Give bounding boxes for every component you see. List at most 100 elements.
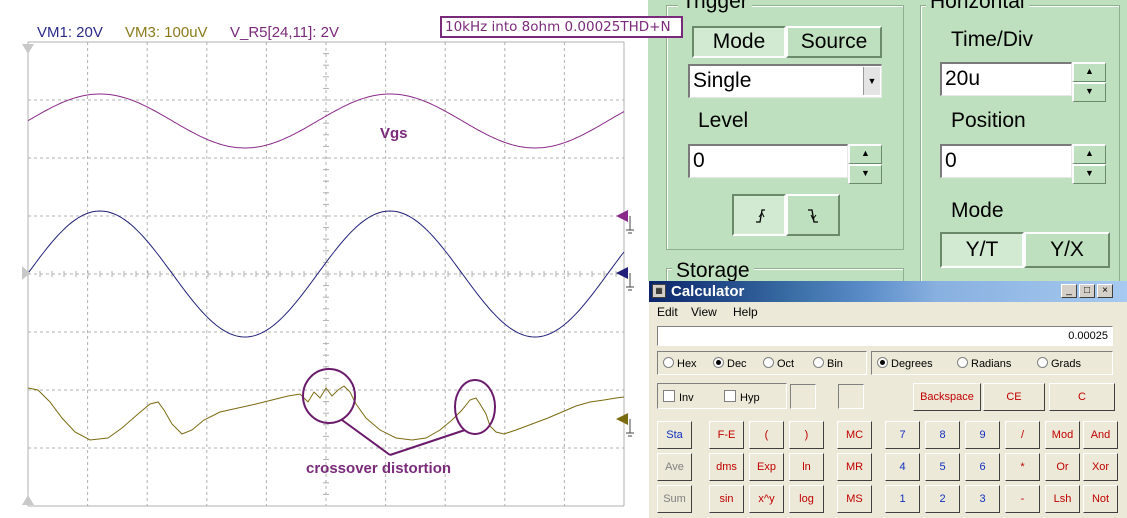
bottom-trigger-marker bbox=[22, 495, 34, 505]
trigger-level-spinner[interactable]: ▲ ▼ bbox=[848, 144, 882, 184]
calc-key-[interactable]: - bbox=[1005, 485, 1040, 513]
radio-hex[interactable]: Hex bbox=[663, 357, 697, 370]
spin-up-icon[interactable]: ▲ bbox=[1072, 144, 1106, 164]
calc-key-lsh[interactable]: Lsh bbox=[1045, 485, 1080, 513]
menu-edit[interactable]: Edit bbox=[657, 305, 678, 319]
radio-oct[interactable]: Oct bbox=[763, 357, 794, 370]
radio-grads[interactable]: Grads bbox=[1037, 357, 1081, 370]
backspace-button[interactable]: Backspace bbox=[913, 383, 981, 411]
spin-up-icon[interactable]: ▲ bbox=[848, 144, 882, 164]
spin-up-icon[interactable]: ▲ bbox=[1072, 62, 1106, 82]
timediv-label: Time/Div bbox=[951, 28, 1034, 51]
calc-key-5[interactable]: 5 bbox=[925, 453, 960, 481]
trigger-source-button[interactable]: Source bbox=[786, 26, 882, 58]
channel-marker-output bbox=[616, 267, 634, 291]
radio-bin[interactable]: Bin bbox=[813, 357, 843, 370]
spin-down-icon[interactable]: ▼ bbox=[1072, 164, 1106, 184]
calc-key-[interactable]: ( bbox=[749, 421, 784, 449]
calculator-title: Calculator bbox=[671, 283, 745, 300]
calc-key-mod[interactable]: Mod bbox=[1045, 421, 1080, 449]
calc-key-6[interactable]: 6 bbox=[965, 453, 1000, 481]
horizontal-mode-label: Mode bbox=[951, 199, 1004, 222]
maximize-icon[interactable]: □ bbox=[1079, 284, 1095, 298]
channel-marker-distortion bbox=[616, 413, 634, 437]
radio-radians[interactable]: Radians bbox=[957, 357, 1011, 370]
pointer-line-left bbox=[341, 419, 391, 456]
radio-selected-icon bbox=[877, 357, 888, 368]
calc-key-[interactable]: * bbox=[1005, 453, 1040, 481]
radio-icon bbox=[813, 357, 824, 368]
dropdown-arrow-icon[interactable]: ▼ bbox=[863, 67, 880, 95]
calc-key-f-e[interactable]: F-E bbox=[709, 421, 744, 449]
calc-key-4[interactable]: 4 bbox=[885, 453, 920, 481]
calc-key-x-y[interactable]: x^y bbox=[749, 485, 784, 513]
crossover-circle-left bbox=[302, 368, 356, 424]
left-ground-marker bbox=[22, 266, 30, 280]
calc-key-1[interactable]: 1 bbox=[885, 485, 920, 513]
c-button[interactable]: C bbox=[1049, 383, 1115, 411]
spin-down-icon[interactable]: ▼ bbox=[1072, 82, 1106, 102]
radio-icon bbox=[763, 357, 774, 368]
calc-key-2[interactable]: 2 bbox=[925, 485, 960, 513]
yx-mode-button[interactable]: Y/X bbox=[1024, 232, 1110, 268]
trigger-mode-button[interactable]: Mode bbox=[692, 26, 786, 58]
calc-key-ave[interactable]: Ave bbox=[657, 453, 692, 481]
checkbox-icon bbox=[663, 390, 675, 402]
trigger-level-input[interactable]: 0 bbox=[688, 144, 848, 178]
spin-down-icon[interactable]: ▼ bbox=[848, 164, 882, 184]
radio-bin-label: Bin bbox=[827, 358, 843, 370]
calc-key-or[interactable]: Or bbox=[1045, 453, 1080, 481]
hyp-label: Hyp bbox=[740, 392, 760, 404]
ce-button[interactable]: CE bbox=[983, 383, 1045, 411]
calc-key-8[interactable]: 8 bbox=[925, 421, 960, 449]
scope-plot: Vgs crossover distortion bbox=[22, 41, 634, 507]
radio-icon bbox=[1037, 357, 1048, 368]
trigger-level-label: Level bbox=[698, 109, 749, 132]
calc-key-ln[interactable]: ln bbox=[789, 453, 824, 481]
calc-key-dms[interactable]: dms bbox=[709, 453, 744, 481]
calc-key-sum[interactable]: Sum bbox=[657, 485, 692, 513]
position-spinner[interactable]: ▲ ▼ bbox=[1072, 144, 1106, 184]
calculator-display: 0.00025 bbox=[657, 326, 1113, 346]
yt-mode-button[interactable]: Y/T bbox=[940, 232, 1024, 268]
calc-key-and[interactable]: And bbox=[1083, 421, 1118, 449]
calc-key-sta[interactable]: Sta bbox=[657, 421, 692, 449]
hyp-checkbox[interactable]: Hyp bbox=[724, 390, 760, 404]
radio-selected-icon bbox=[713, 357, 724, 368]
rising-edge-icon bbox=[756, 209, 765, 223]
rising-edge-button[interactable] bbox=[732, 194, 786, 236]
close-icon[interactable]: × bbox=[1097, 284, 1113, 298]
calc-key-[interactable]: / bbox=[1005, 421, 1040, 449]
oscilloscope-display: VM1: 20V VM3: 100uV V_R5[24,11]: 2V 10kH… bbox=[0, 0, 683, 518]
timediv-input[interactable]: 20u bbox=[940, 62, 1072, 96]
radio-dec[interactable]: Dec bbox=[713, 357, 747, 370]
menu-help[interactable]: Help bbox=[733, 305, 758, 319]
minimize-icon[interactable]: _ bbox=[1061, 284, 1077, 298]
calc-key-xor[interactable]: Xor bbox=[1083, 453, 1118, 481]
timediv-spinner[interactable]: ▲ ▼ bbox=[1072, 62, 1106, 102]
calc-key-[interactable]: ) bbox=[789, 421, 824, 449]
menu-view[interactable]: View bbox=[691, 305, 717, 319]
radio-oct-label: Oct bbox=[777, 358, 795, 370]
calc-key-3[interactable]: 3 bbox=[965, 485, 1000, 513]
radio-dec-label: Dec bbox=[727, 358, 747, 370]
calc-key-not[interactable]: Not bbox=[1083, 485, 1118, 513]
calc-key-sin[interactable]: sin bbox=[709, 485, 744, 513]
calc-key-exp[interactable]: Exp bbox=[749, 453, 784, 481]
radio-grads-label: Grads bbox=[1051, 358, 1081, 370]
falling-edge-button[interactable] bbox=[786, 194, 840, 236]
inv-checkbox[interactable]: Inv bbox=[663, 390, 694, 404]
calc-key-7[interactable]: 7 bbox=[885, 421, 920, 449]
calculator-titlebar[interactable]: ▦ Calculator _ □ × bbox=[649, 281, 1127, 302]
calculator-app-icon: ▦ bbox=[652, 284, 666, 298]
calc-key-mc[interactable]: MC bbox=[837, 421, 872, 449]
radio-degrees-label: Degrees bbox=[891, 358, 933, 370]
calc-key-9[interactable]: 9 bbox=[965, 421, 1000, 449]
position-input[interactable]: 0 bbox=[940, 144, 1072, 178]
horizontal-title: Horizontal bbox=[926, 0, 1029, 13]
calc-key-mr[interactable]: MR bbox=[837, 453, 872, 481]
trigger-mode-select[interactable]: Single ▼ bbox=[688, 64, 882, 98]
calc-key-log[interactable]: log bbox=[789, 485, 824, 513]
radio-degrees[interactable]: Degrees bbox=[877, 357, 933, 370]
calc-key-ms[interactable]: MS bbox=[837, 485, 872, 513]
